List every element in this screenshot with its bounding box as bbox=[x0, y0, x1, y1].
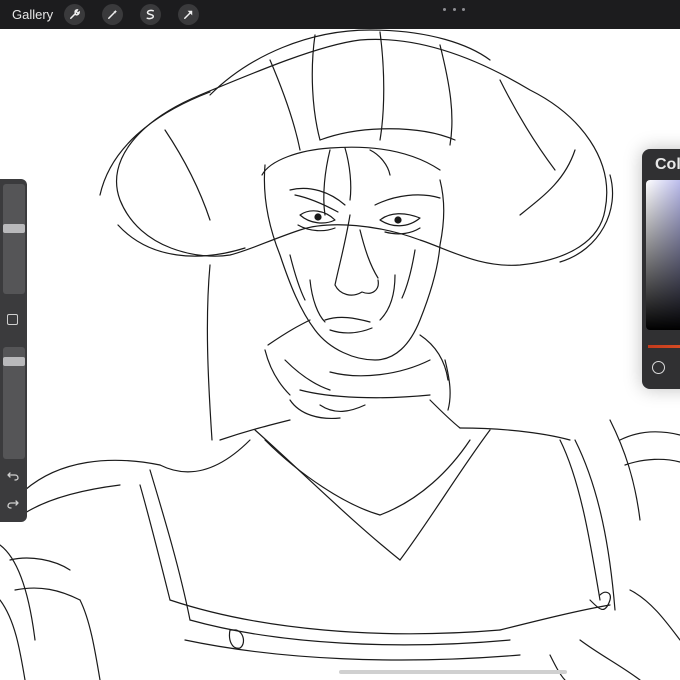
ellipsis-icon[interactable] bbox=[443, 4, 465, 14]
left-sidebar bbox=[0, 179, 27, 522]
undo-button[interactable] bbox=[5, 469, 21, 483]
hue-slider[interactable] bbox=[648, 345, 680, 348]
sketch-strokes bbox=[0, 29, 680, 680]
drawing-canvas[interactable] bbox=[0, 0, 680, 680]
top-toolbar: Gallery bbox=[0, 0, 680, 29]
magic-wand-icon bbox=[108, 9, 118, 19]
circle-icon[interactable] bbox=[652, 361, 665, 374]
actions-button[interactable] bbox=[64, 4, 85, 25]
undo-icon bbox=[7, 472, 19, 481]
square-icon[interactable] bbox=[7, 314, 18, 325]
selection-button[interactable] bbox=[140, 4, 161, 25]
gallery-button[interactable]: Gallery bbox=[12, 6, 53, 23]
brush-size-slider[interactable] bbox=[3, 184, 25, 294]
home-indicator[interactable] bbox=[339, 670, 567, 674]
transform-button[interactable] bbox=[178, 4, 199, 25]
brush-size-knob[interactable] bbox=[3, 224, 25, 233]
colors-panel: Colors bbox=[642, 149, 680, 389]
redo-icon bbox=[7, 500, 19, 509]
adjustments-button[interactable] bbox=[102, 4, 123, 25]
opacity-knob[interactable] bbox=[3, 357, 25, 366]
transform-arrow-icon bbox=[184, 10, 193, 19]
color-picker-area[interactable] bbox=[646, 180, 680, 330]
panel-title: Colors bbox=[655, 156, 680, 173]
opacity-slider[interactable] bbox=[3, 347, 25, 459]
redo-button[interactable] bbox=[5, 497, 21, 511]
wrench-icon bbox=[70, 9, 80, 19]
selection-icon bbox=[146, 9, 155, 20]
